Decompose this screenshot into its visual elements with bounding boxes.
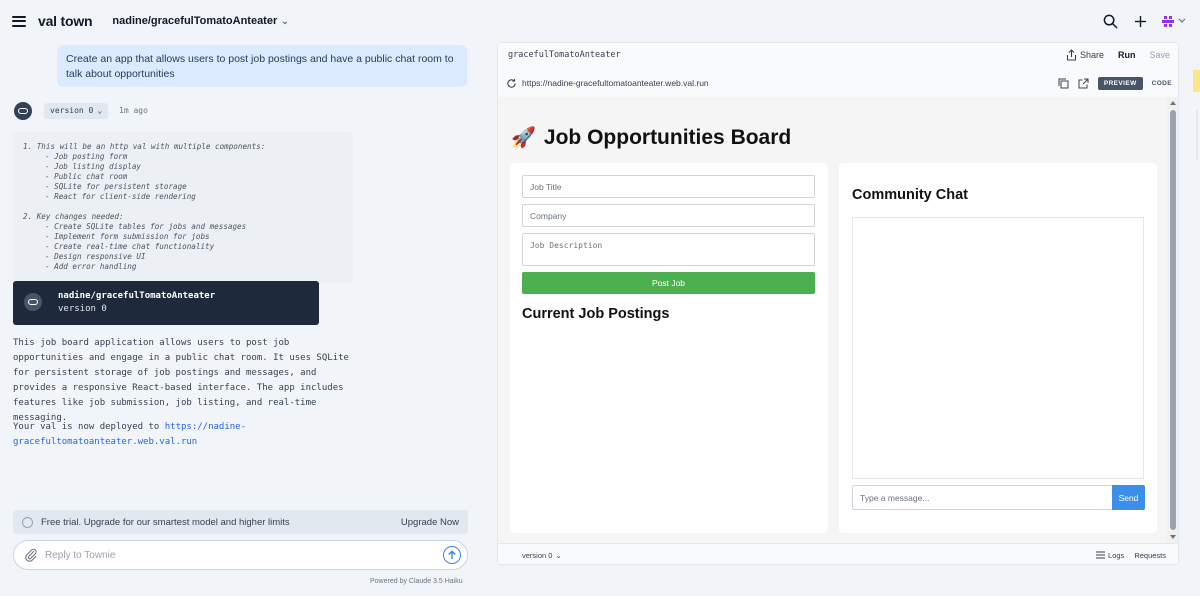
circle-icon: [22, 516, 33, 528]
job-title-input[interactable]: [522, 175, 815, 198]
scroll-thumb[interactable]: [1170, 110, 1176, 530]
message-timestamp: 1m ago: [119, 106, 148, 115]
top-bar: val town nadine/gracefulTomatoAnteater ⌄: [0, 0, 1200, 42]
reply-box: [13, 540, 468, 570]
footer-version-label: version 0: [522, 550, 553, 560]
preview-pane: gracefulTomatoAnteater Share Run Save ht…: [497, 42, 1179, 565]
chevron-down-icon: ⌄: [555, 550, 562, 560]
share-icon: [1066, 49, 1077, 61]
version-card[interactable]: nadine/gracefulTomatoAnteater version 0: [13, 281, 319, 325]
reply-input[interactable]: [45, 549, 443, 561]
chevron-down-icon: ⌄: [281, 15, 289, 26]
deployed-message: Your val is now deployed to https://nadi…: [13, 420, 343, 450]
external-link-icon[interactable]: [1078, 78, 1089, 89]
scroll-up-arrow-icon[interactable]: [1170, 101, 1176, 105]
job-description-input[interactable]: [522, 233, 815, 266]
company-input[interactable]: [522, 204, 815, 227]
preview-tab[interactable]: PREVIEW: [1097, 76, 1143, 90]
user-avatar-icon[interactable]: [1162, 13, 1188, 29]
paperclip-icon[interactable]: [24, 548, 38, 562]
plan-block: 1. This will be an http val with multipl…: [13, 132, 353, 282]
user-prompt-message: Create an app that allows users to post …: [57, 45, 467, 87]
edge-highlight: [1193, 70, 1200, 92]
assistant-summary: This job board application allows users …: [13, 338, 349, 423]
chat-messages-area[interactable]: [852, 217, 1144, 479]
trial-banner: Free trial. Upgrade for our smartest mod…: [13, 510, 468, 534]
plus-icon[interactable]: [1132, 13, 1148, 29]
job-posting-card: Post Job Current Job Postings: [510, 163, 828, 533]
deployed-prefix: Your val is now deployed to: [13, 422, 160, 432]
plan-item: - React for client-side rendering: [45, 192, 196, 201]
plan-item: - SQLite for persistent storage: [45, 182, 187, 191]
version-card-subtitle: version 0: [58, 304, 107, 314]
scroll-down-arrow-icon[interactable]: [1170, 535, 1176, 539]
bot-avatar-icon: [24, 293, 42, 311]
plan-item: - Add error handling: [45, 262, 137, 271]
plan-item: - Design responsive UI: [45, 252, 146, 261]
post-job-button[interactable]: Post Job: [522, 272, 815, 294]
version-label: version 0: [50, 106, 94, 115]
job-postings-heading: Current Job Postings: [522, 306, 670, 322]
version-card-title: nadine/gracefulTomatoAnteater: [58, 291, 216, 301]
plan-item: - Job posting form: [45, 152, 128, 161]
plan-step: 1. This will be an http val with multipl…: [23, 142, 266, 151]
run-button[interactable]: Run: [1118, 50, 1136, 60]
menu-icon[interactable]: [12, 15, 26, 27]
trial-text: Free trial. Upgrade for our smartest mod…: [41, 516, 290, 528]
send-arrow-icon[interactable]: [443, 546, 461, 564]
project-selector[interactable]: nadine/gracefulTomatoAnteater ⌄: [112, 15, 288, 27]
chevron-down-icon: ⌄: [97, 106, 103, 115]
save-button[interactable]: Save: [1149, 50, 1170, 60]
project-name: nadine/gracefulTomatoAnteater: [112, 15, 278, 27]
footer-version-selector[interactable]: version 0 ⌄: [522, 551, 562, 560]
edge-divider: [1196, 110, 1198, 160]
plan-step: 2. Key changes needed:: [23, 212, 124, 221]
url-bar: https://nadine-gracefultomatoanteater.we…: [498, 71, 1178, 95]
bot-avatar-icon: [14, 102, 32, 120]
brand-logo[interactable]: val town: [38, 13, 93, 29]
logs-label: Logs: [1108, 550, 1125, 560]
preview-header: gracefulTomatoAnteater Share Run Save: [498, 43, 1178, 67]
val-filename: gracefulTomatoAnteater: [508, 50, 621, 60]
plan-item: - Job listing display: [45, 162, 142, 171]
preview-footer: version 0 ⌄ Logs Requests: [498, 543, 1178, 564]
search-icon[interactable]: [1102, 13, 1118, 29]
copy-icon[interactable]: [1058, 78, 1069, 89]
plan-item: - Implement form submission for jobs: [45, 232, 210, 241]
upgrade-now-button[interactable]: Upgrade Now: [401, 517, 459, 528]
app-title-text: Job Opportunities Board: [543, 125, 792, 149]
version-selector[interactable]: version 0 ⌄: [44, 103, 109, 119]
preview-url[interactable]: https://nadine-gracefultomatoanteater.we…: [522, 78, 709, 88]
community-chat-heading: Community Chat: [852, 187, 968, 203]
share-label: Share: [1079, 50, 1104, 60]
app-viewport: 🚀 Job Opportunities Board Post Job Curre…: [498, 97, 1178, 543]
reload-icon[interactable]: [506, 78, 517, 89]
powered-by-text: Powered by Claude 3.5 Haiku: [370, 578, 463, 585]
code-tab[interactable]: CODE: [1152, 80, 1172, 87]
app-title: 🚀 Job Opportunities Board: [511, 125, 791, 150]
list-icon: [1096, 551, 1106, 559]
plan-item: - Create real-time chat functionality: [45, 242, 215, 251]
requests-button[interactable]: Requests: [1134, 551, 1166, 560]
preview-scrollbar[interactable]: [1167, 97, 1178, 543]
share-button[interactable]: Share: [1066, 49, 1104, 61]
message-input[interactable]: [852, 485, 1112, 510]
plan-item: - Create SQLite tables for jobs and mess…: [45, 222, 247, 231]
plan-item: - Public chat room: [45, 172, 128, 181]
send-button[interactable]: Send: [1112, 485, 1145, 510]
logs-button[interactable]: Logs: [1096, 551, 1124, 560]
rocket-icon: 🚀: [511, 127, 536, 149]
community-chat-card: Community Chat Send: [839, 163, 1157, 533]
chat-pane: Create an app that allows users to post …: [0, 42, 480, 596]
